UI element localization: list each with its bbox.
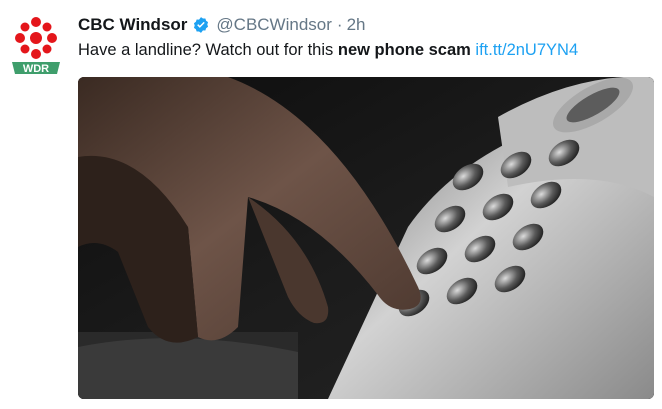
- tweet-text-plain: Have a landline? Watch out for this: [78, 41, 338, 59]
- verified-badge-icon: [192, 16, 210, 34]
- separator-dot: ·: [336, 15, 343, 34]
- tweet-text: Have a landline? Watch out for this new …: [78, 41, 578, 60]
- display-name[interactable]: CBC Windsor: [78, 15, 187, 35]
- tweet-link[interactable]: ift.tt/2nU7YN4: [475, 41, 578, 59]
- avatar[interactable]: WDR: [8, 12, 64, 76]
- tweet-card: WDR CBC Windsor @CBCWindsor · 2h Have a …: [0, 0, 662, 409]
- handle[interactable]: @CBCWindsor: [216, 15, 332, 35]
- cbc-logo-icon: WDR: [12, 17, 60, 75]
- timestamp[interactable]: 2h: [347, 15, 366, 35]
- tweet-header: CBC Windsor @CBCWindsor · 2h: [78, 13, 366, 37]
- phone-dialing-image: [78, 77, 654, 399]
- tweet-photo[interactable]: [78, 77, 654, 399]
- tweet-text-bold: new phone scam: [337, 41, 471, 59]
- avatar-label: WDR: [23, 63, 49, 75]
